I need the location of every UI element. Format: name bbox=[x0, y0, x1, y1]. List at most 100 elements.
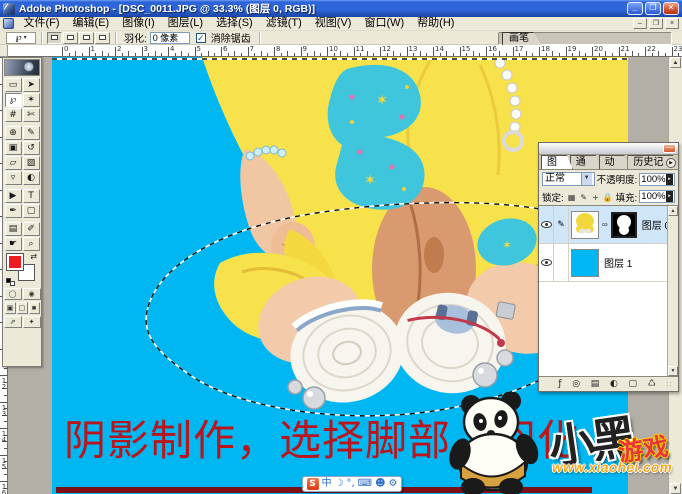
add-to-selection-button[interactable] bbox=[63, 31, 78, 44]
sogou-logo-icon[interactable]: S bbox=[306, 478, 319, 490]
standard-screen-button[interactable]: ▣ bbox=[4, 302, 16, 314]
magic-wand-tool[interactable]: ✶ bbox=[22, 93, 40, 107]
delete-layer-button[interactable]: ♺ bbox=[648, 378, 656, 390]
eraser-tool[interactable]: ▱ bbox=[4, 156, 22, 170]
opacity-input[interactable]: 100% ▸ bbox=[639, 172, 675, 186]
lasso-tool-preset[interactable]: ℘ ▾ bbox=[6, 31, 36, 44]
pen-tool[interactable]: ✒ bbox=[4, 204, 22, 218]
path-selection-tool[interactable]: ▶ bbox=[4, 189, 22, 203]
new-layer-button[interactable]: ▢ bbox=[629, 378, 638, 390]
visibility-toggle[interactable] bbox=[539, 206, 554, 244]
doc-minimize-button[interactable]: – bbox=[633, 18, 647, 29]
layers-palette: — 图层 通道 动作 历史记录 ▶ 正常 ▼ 不透明度: 100% ▸ 锁定: … bbox=[538, 142, 679, 392]
new-adjustment-layer-button[interactable]: ◐ bbox=[610, 378, 618, 390]
fill-input[interactable]: 100% ▸ bbox=[639, 190, 675, 203]
menu-image[interactable]: 图像(I) bbox=[116, 17, 161, 30]
notes-tool[interactable]: ▤ bbox=[4, 222, 22, 236]
tab-actions[interactable]: 动作 bbox=[599, 155, 631, 169]
type-tool[interactable]: T bbox=[22, 189, 40, 203]
layer-row-1[interactable]: 图层 1 bbox=[539, 243, 678, 282]
dodge-tool[interactable]: ◐ bbox=[22, 171, 40, 185]
maximize-button[interactable]: ❐ bbox=[645, 2, 661, 15]
menu-help[interactable]: 帮助(H) bbox=[411, 17, 461, 30]
lock-all-icon[interactable]: 🔒 bbox=[602, 191, 614, 203]
svg-text:✶: ✶ bbox=[376, 91, 389, 109]
lock-transparency-icon[interactable]: ▦ bbox=[566, 191, 578, 203]
healing-brush-tool[interactable]: ⊕ bbox=[4, 126, 22, 140]
settings-wrench-icon[interactable]: ⚙ bbox=[389, 477, 398, 491]
scroll-up-icon[interactable]: ▲ bbox=[670, 57, 681, 68]
feather-input[interactable]: 0 像素 bbox=[149, 31, 190, 44]
hand-tool[interactable]: ☛ bbox=[4, 237, 22, 251]
layer-name[interactable]: 图层 0 bbox=[642, 217, 670, 232]
tab-layers[interactable]: 图层 bbox=[541, 155, 573, 169]
slider-arrow-icon[interactable]: ▸ bbox=[666, 173, 673, 185]
soft-keyboard-icon[interactable]: ⌨ bbox=[358, 477, 372, 491]
fullscreen-button[interactable]: ■ bbox=[28, 302, 40, 314]
palette-title-bar[interactable]: — bbox=[539, 143, 678, 155]
menu-view[interactable]: 视图(V) bbox=[308, 17, 358, 30]
zoom-tool[interactable]: ⌕ bbox=[22, 237, 40, 251]
menu-select[interactable]: 选择(S) bbox=[210, 17, 260, 30]
slider-arrow-icon[interactable]: ▸ bbox=[666, 191, 673, 202]
lasso-tool[interactable]: ℘ bbox=[4, 93, 22, 107]
palette-close-button[interactable]: — bbox=[663, 144, 676, 153]
doc-restore-button[interactable]: ❐ bbox=[649, 18, 663, 29]
gradient-tool[interactable]: ▨ bbox=[22, 156, 40, 170]
slice-tool[interactable]: ✄ bbox=[22, 108, 40, 122]
menu-window[interactable]: 窗口(W) bbox=[358, 17, 411, 30]
layer-style-button[interactable]: ƒ bbox=[558, 378, 561, 390]
intersect-with-selection-button[interactable] bbox=[95, 31, 110, 44]
blur-tool[interactable]: ▿ bbox=[4, 171, 22, 185]
tab-brushes[interactable]: 画笔 bbox=[502, 32, 542, 46]
minimize-button[interactable]: _ bbox=[627, 2, 643, 15]
menu-edit[interactable]: 编辑(E) bbox=[66, 17, 116, 30]
menu-file[interactable]: 文件(F) bbox=[17, 17, 66, 30]
photoshop-app-icon bbox=[3, 2, 15, 15]
menu-filter[interactable]: 滤镜(T) bbox=[259, 17, 308, 30]
crop-tool[interactable]: # bbox=[4, 108, 22, 122]
eyedropper-tool[interactable]: ✐ bbox=[22, 222, 40, 236]
lock-paint-icon[interactable]: ✎ bbox=[578, 191, 590, 203]
tab-channels[interactable]: 通道 bbox=[570, 155, 602, 169]
shape-tool[interactable]: ▢ bbox=[22, 204, 40, 218]
move-tool[interactable]: ➤ bbox=[22, 78, 40, 92]
scroll-down-icon[interactable]: ▼ bbox=[668, 366, 678, 376]
fullscreen-menubar-button[interactable]: ▢ bbox=[16, 302, 28, 314]
layer-list-scrollbar[interactable]: ▲ ▼ bbox=[667, 206, 678, 376]
add-layer-mask-button[interactable]: ◎ bbox=[572, 378, 580, 390]
swap-colors-icon[interactable]: ⇄ bbox=[30, 253, 37, 261]
scroll-down-icon[interactable]: ▼ bbox=[670, 483, 681, 494]
rectangular-marquee-tool[interactable]: ▭ bbox=[4, 78, 22, 92]
clone-stamp-tool[interactable]: ▣ bbox=[4, 141, 22, 155]
chinese-mode-icon[interactable]: 中 bbox=[322, 477, 332, 491]
new-selection-button[interactable] bbox=[47, 31, 62, 44]
quick-mask-mode-button[interactable]: ◉ bbox=[22, 288, 41, 300]
layer-row-0[interactable]: ✎ ∞ 图层 0 bbox=[539, 206, 678, 244]
default-colors-icon[interactable] bbox=[6, 278, 15, 286]
resize-grip-icon[interactable]: ∷ bbox=[666, 380, 671, 389]
scroll-up-icon[interactable]: ▲ bbox=[668, 206, 678, 216]
blend-mode-select[interactable]: 正常 ▼ bbox=[542, 172, 595, 186]
standard-mode-button[interactable]: ◯ bbox=[3, 288, 22, 300]
layer-mask-thumbnail[interactable] bbox=[610, 211, 637, 238]
foreground-color-swatch[interactable] bbox=[6, 253, 24, 271]
doc-close-button[interactable]: × bbox=[665, 18, 679, 29]
close-button[interactable]: ✕ bbox=[663, 2, 679, 15]
history-brush-tool[interactable]: ↺ bbox=[22, 141, 40, 155]
layer-thumbnail[interactable] bbox=[571, 248, 599, 277]
user-icon[interactable]: ☻ bbox=[375, 477, 385, 491]
halfwidth-moon-icon[interactable]: ☽ bbox=[335, 477, 344, 491]
lock-position-icon[interactable]: + bbox=[590, 191, 602, 203]
brush-tool[interactable]: ✎ bbox=[22, 126, 40, 140]
jump-to-imageready-button[interactable]: ⇗ bbox=[3, 316, 22, 328]
layer-thumbnail[interactable] bbox=[571, 210, 599, 239]
menu-layer[interactable]: 图层(L) bbox=[161, 17, 209, 30]
new-group-button[interactable]: ▤ bbox=[591, 378, 600, 390]
palette-menu-icon[interactable]: ▶ bbox=[666, 158, 676, 168]
subtract-from-selection-button[interactable] bbox=[79, 31, 94, 44]
layer-name[interactable]: 图层 1 bbox=[604, 255, 632, 270]
antialias-checkbox[interactable]: ✓ bbox=[195, 32, 206, 43]
visibility-toggle[interactable] bbox=[539, 243, 554, 282]
punctuation-icon[interactable]: °, bbox=[346, 477, 354, 491]
